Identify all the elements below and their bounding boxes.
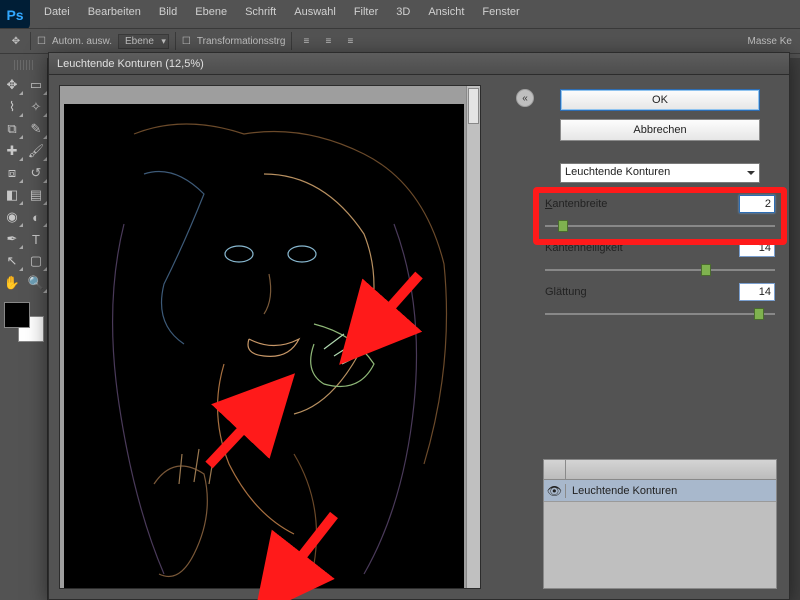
app-logo: Ps: [0, 0, 30, 30]
edge-width-label: Kantenbreite: [545, 198, 607, 210]
move-tool[interactable]: ✥: [0, 74, 24, 96]
menu-schrift[interactable]: Schrift: [237, 4, 284, 24]
eyedrop-tool[interactable]: ✎: [24, 118, 48, 140]
gradient-tool[interactable]: ▤: [24, 184, 48, 206]
auto-select-label: Autom. ausw.: [52, 36, 112, 47]
menu-3d[interactable]: 3D: [388, 4, 418, 24]
edge-width-slider[interactable]: [545, 219, 775, 233]
transform-label: Transformationsstrg: [197, 36, 286, 47]
menu-auswahl[interactable]: Auswahl: [286, 4, 344, 24]
options-bar: ✥ ☐ Autom. ausw. Ebene ☐ Transformations…: [0, 28, 800, 54]
menu-filter[interactable]: Filter: [346, 4, 386, 24]
path-tool[interactable]: ↖: [0, 250, 24, 272]
ok-button[interactable]: OK: [560, 89, 760, 111]
auto-select-checkbox[interactable]: ☐: [37, 36, 46, 47]
toolbox: ✥ ▭ ⌇ ✧ ⧉ ✎ ✚ 🖌 ⧈ ↺ ◧ ▤ ◉ ◐ ✒ T ↖ ▢ ✋ 🔍: [0, 58, 48, 600]
color-swatches[interactable]: [4, 302, 44, 342]
preview-area[interactable]: [59, 85, 481, 589]
filter-dropdown[interactable]: Leuchtende Konturen: [560, 163, 760, 183]
edge-brightness-label: Kantenhelligkeit: [545, 242, 623, 254]
collapse-filters-button[interactable]: «: [516, 89, 534, 107]
effect-layers-panel: 👁 Leuchtende Konturen: [543, 459, 777, 589]
align-icon[interactable]: ≡: [298, 33, 314, 49]
edge-brightness-input[interactable]: [739, 239, 775, 257]
menu-ebene[interactable]: Ebene: [187, 4, 235, 24]
align-icon[interactable]: ≡: [320, 33, 336, 49]
right-label: Masse Ke: [748, 36, 792, 47]
lasso-tool[interactable]: ⌇: [0, 96, 24, 118]
heal-tool[interactable]: ✚: [0, 140, 24, 162]
eraser-tool[interactable]: ◧: [0, 184, 24, 206]
smoothing-input[interactable]: [739, 283, 775, 301]
history-tool[interactable]: ↺: [24, 162, 48, 184]
hand-tool[interactable]: ✋: [0, 272, 24, 294]
menu-bild[interactable]: Bild: [151, 4, 185, 24]
smoothing-slider[interactable]: [545, 307, 775, 321]
brush-tool[interactable]: 🖌: [24, 140, 48, 162]
menu-fenster[interactable]: Fenster: [474, 4, 527, 24]
cancel-button[interactable]: Abbrechen: [560, 119, 760, 141]
transform-checkbox[interactable]: ☐: [182, 36, 191, 47]
move-tool-icon: ✥: [8, 33, 24, 49]
effect-layer-row[interactable]: 👁 Leuchtende Konturen: [544, 480, 776, 502]
effect-layer-name: Leuchtende Konturen: [566, 485, 677, 497]
smoothing-label: Glättung: [545, 286, 587, 298]
fg-swatch[interactable]: [4, 302, 30, 328]
type-tool[interactable]: T: [24, 228, 48, 250]
edge-brightness-slider[interactable]: [545, 263, 775, 277]
menu-bar: Datei Bearbeiten Bild Ebene Schrift Ausw…: [36, 4, 800, 24]
menu-datei[interactable]: Datei: [36, 4, 78, 24]
preview-scrollbar[interactable]: [466, 86, 480, 588]
eye-icon[interactable]: 👁: [544, 484, 566, 498]
dialog-titlebar[interactable]: Leuchtende Konturen (12,5%): [49, 53, 789, 75]
preview-image: [64, 104, 464, 589]
menu-ansicht[interactable]: Ansicht: [420, 4, 472, 24]
dialog-title: Leuchtende Konturen (12,5%): [57, 58, 204, 70]
edge-width-input[interactable]: [739, 195, 775, 213]
pen-tool[interactable]: ✒: [0, 228, 24, 250]
blur-tool[interactable]: ◉: [0, 206, 24, 228]
wand-tool[interactable]: ✧: [24, 96, 48, 118]
dodge-tool[interactable]: ◐: [24, 206, 48, 228]
layer-dropdown[interactable]: Ebene: [118, 34, 169, 49]
menu-bearbeiten[interactable]: Bearbeiten: [80, 4, 149, 24]
filter-gallery-dialog: Leuchtende Konturen (12,5%): [48, 52, 790, 600]
zoom-tool[interactable]: 🔍: [24, 272, 48, 294]
align-icon[interactable]: ≡: [342, 33, 358, 49]
crop-tool[interactable]: ⧉: [0, 118, 24, 140]
shape-tool[interactable]: ▢: [24, 250, 48, 272]
stamp-tool[interactable]: ⧈: [0, 162, 24, 184]
marquee-tool[interactable]: ▭: [24, 74, 48, 96]
